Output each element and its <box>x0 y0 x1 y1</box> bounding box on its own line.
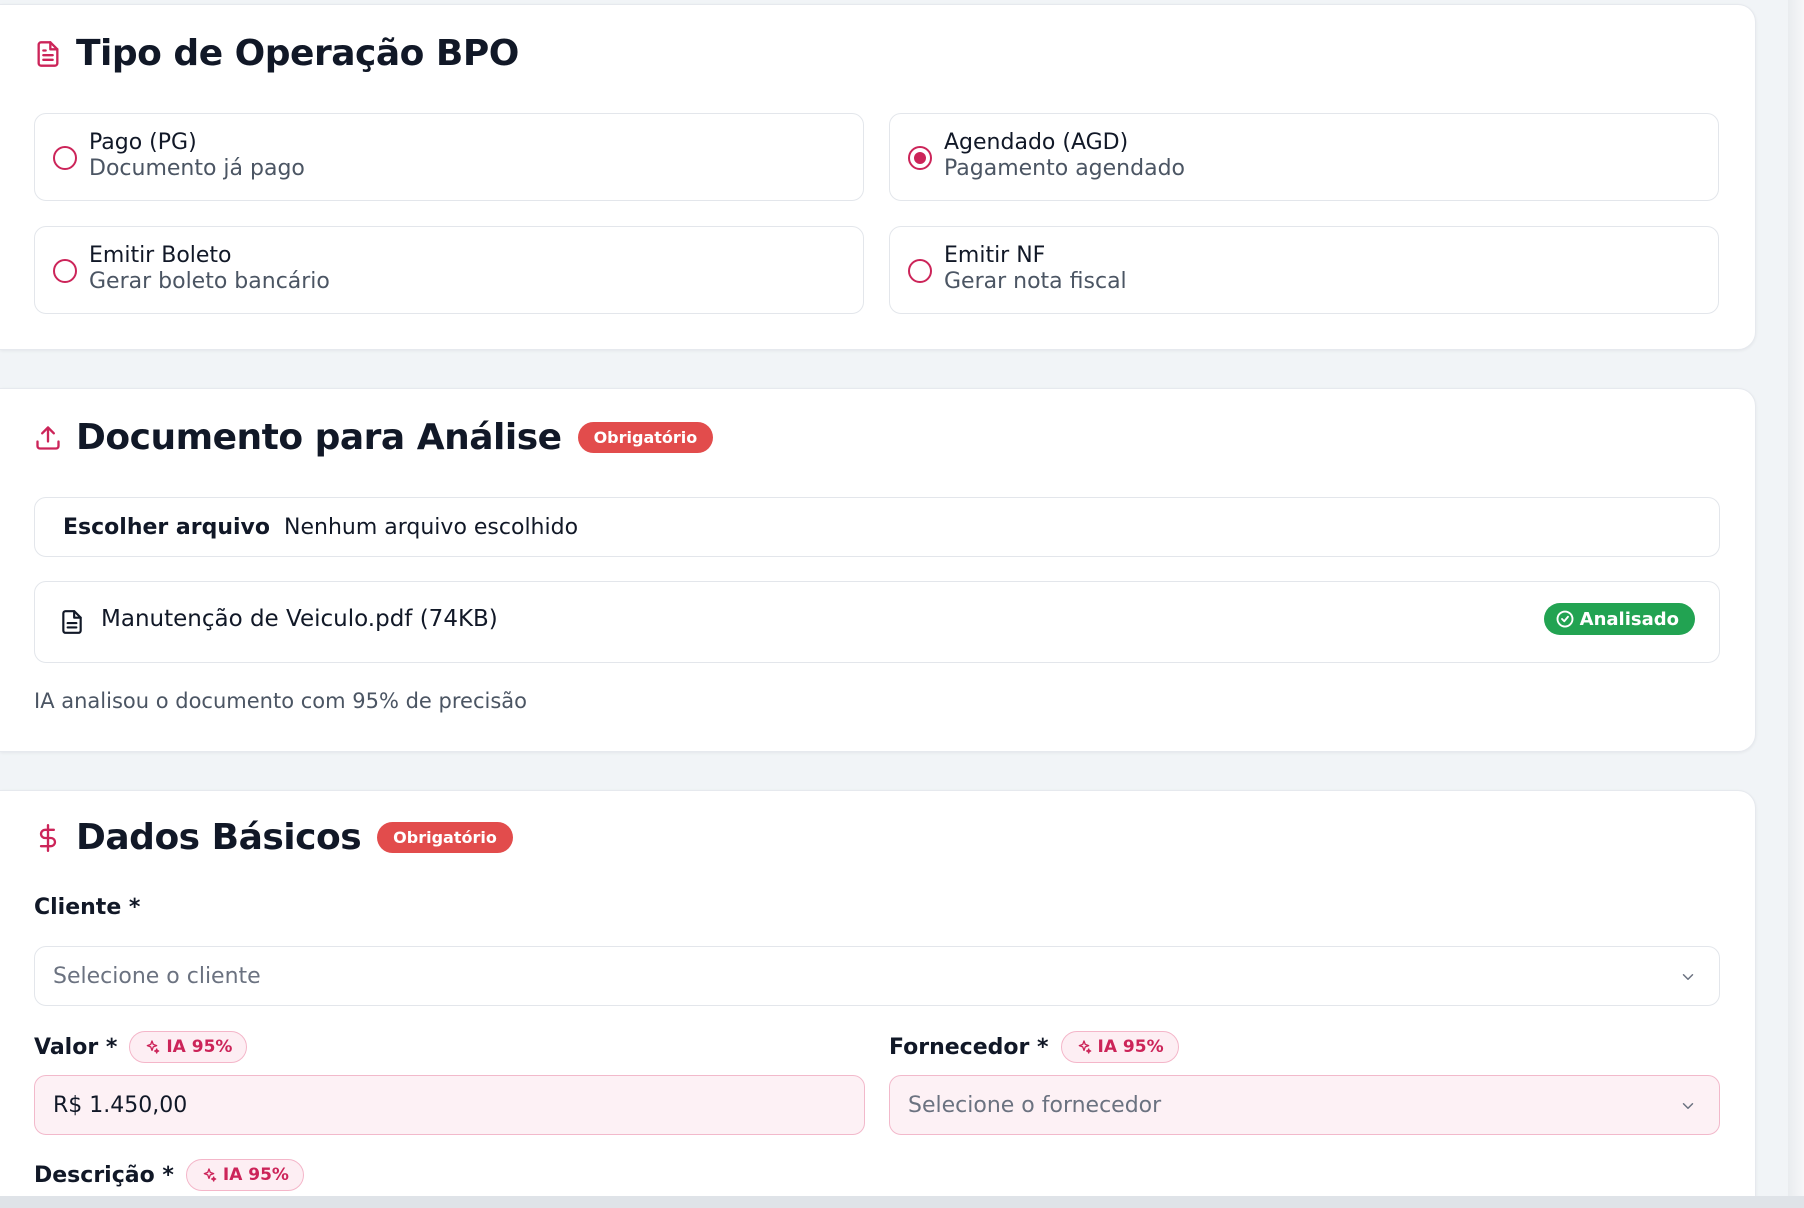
option-description: Pagamento agendado <box>944 156 1185 181</box>
window-bottom-edge <box>0 1196 1804 1208</box>
tipo-operacao-card: Tipo de Operação BPO Pago (PG) Documento… <box>0 4 1756 350</box>
file-status-text: Nenhum arquivo escolhido <box>284 514 579 540</box>
dados-basicos-card: Dados Básicos Obrigatório Cliente * Sele… <box>0 790 1756 1208</box>
documento-header: Documento para Análise Obrigatório <box>34 417 714 458</box>
ai-confidence-text: IA 95% <box>1097 1037 1164 1057</box>
window-edge <box>1788 0 1804 1208</box>
radio-pago[interactable] <box>53 146 77 170</box>
documento-card: Documento para Análise Obrigatório Escol… <box>0 388 1756 752</box>
sparkles-icon <box>144 1039 160 1055</box>
valor-value: R$ 1.450,00 <box>53 1092 188 1118</box>
ai-confidence-text: IA 95% <box>166 1037 233 1057</box>
ai-analysis-note: IA analisou o documento com 95% de preci… <box>34 689 527 713</box>
option-pago[interactable]: Pago (PG) Documento já pago <box>34 113 864 201</box>
upload-icon <box>34 424 62 452</box>
ai-confidence-badge: IA 95% <box>1060 1031 1179 1063</box>
section-title: Dados Básicos <box>76 817 362 858</box>
fornecedor-placeholder: Selecione o fornecedor <box>908 1092 1162 1118</box>
descricao-label: Descrição * IA 95% <box>34 1159 304 1191</box>
fornecedor-label: Fornecedor * IA 95% <box>889 1031 1179 1063</box>
cliente-label-text: Cliente * <box>34 895 141 920</box>
option-title: Emitir Boleto <box>89 243 232 268</box>
ai-confidence-text: IA 95% <box>222 1165 289 1185</box>
valor-label-text: Valor * <box>34 1034 118 1060</box>
option-description: Gerar boleto bancário <box>89 269 330 294</box>
file-text-icon <box>34 40 62 68</box>
option-emitir-boleto[interactable]: Emitir Boleto Gerar boleto bancário <box>34 226 864 314</box>
required-badge: Obrigatório <box>577 422 714 453</box>
file-name: Manutenção de Veiculo.pdf (74KB) <box>101 606 498 632</box>
section-title: Tipo de Operação BPO <box>76 33 519 74</box>
descricao-label-text: Descrição * <box>34 1162 174 1188</box>
check-circle-icon <box>1556 610 1574 628</box>
tipo-operacao-header: Tipo de Operação BPO <box>34 33 519 74</box>
cliente-select[interactable]: Selecione o cliente <box>34 946 1720 1006</box>
section-title: Documento para Análise <box>76 417 562 458</box>
radio-emitir-nf[interactable] <box>908 259 932 283</box>
option-description: Gerar nota fiscal <box>944 269 1127 294</box>
ai-confidence-badge: IA 95% <box>129 1031 248 1063</box>
cliente-label: Cliente * <box>34 895 140 920</box>
file-icon <box>59 608 85 636</box>
dados-basicos-header: Dados Básicos Obrigatório <box>34 817 513 858</box>
fornecedor-select[interactable]: Selecione o fornecedor <box>889 1075 1720 1135</box>
sparkles-icon <box>201 1167 217 1183</box>
dollar-icon <box>34 823 62 852</box>
radio-agendado[interactable] <box>908 146 932 170</box>
file-input[interactable]: Escolher arquivo Nenhum arquivo escolhid… <box>34 497 1720 557</box>
chevron-down-icon <box>1679 1096 1697 1114</box>
option-title: Emitir NF <box>944 243 1046 268</box>
choose-file-button[interactable]: Escolher arquivo <box>63 515 270 540</box>
cliente-placeholder: Selecione o cliente <box>53 963 261 989</box>
radio-emitir-boleto[interactable] <box>53 259 77 283</box>
analisado-badge: Analisado <box>1543 603 1695 635</box>
option-agendado[interactable]: Agendado (AGD) Pagamento agendado <box>889 113 1719 201</box>
analisado-label: Analisado <box>1579 608 1679 630</box>
valor-label: Valor * IA 95% <box>34 1031 248 1063</box>
option-title: Agendado (AGD) <box>944 130 1129 155</box>
fornecedor-label-text: Fornecedor * <box>889 1034 1049 1060</box>
ai-confidence-badge: IA 95% <box>185 1159 304 1191</box>
valor-input[interactable]: R$ 1.450,00 <box>34 1075 865 1135</box>
sparkles-icon <box>1076 1039 1092 1055</box>
required-badge: Obrigatório <box>377 822 513 853</box>
page: Tipo de Operação BPO Pago (PG) Documento… <box>0 0 1804 1208</box>
option-emitir-nf[interactable]: Emitir NF Gerar nota fiscal <box>889 226 1719 314</box>
option-description: Documento já pago <box>89 156 305 181</box>
uploaded-file-row: Manutenção de Veiculo.pdf (74KB) Analisa… <box>34 581 1720 663</box>
chevron-down-icon <box>1679 967 1697 985</box>
option-title: Pago (PG) <box>89 130 197 155</box>
